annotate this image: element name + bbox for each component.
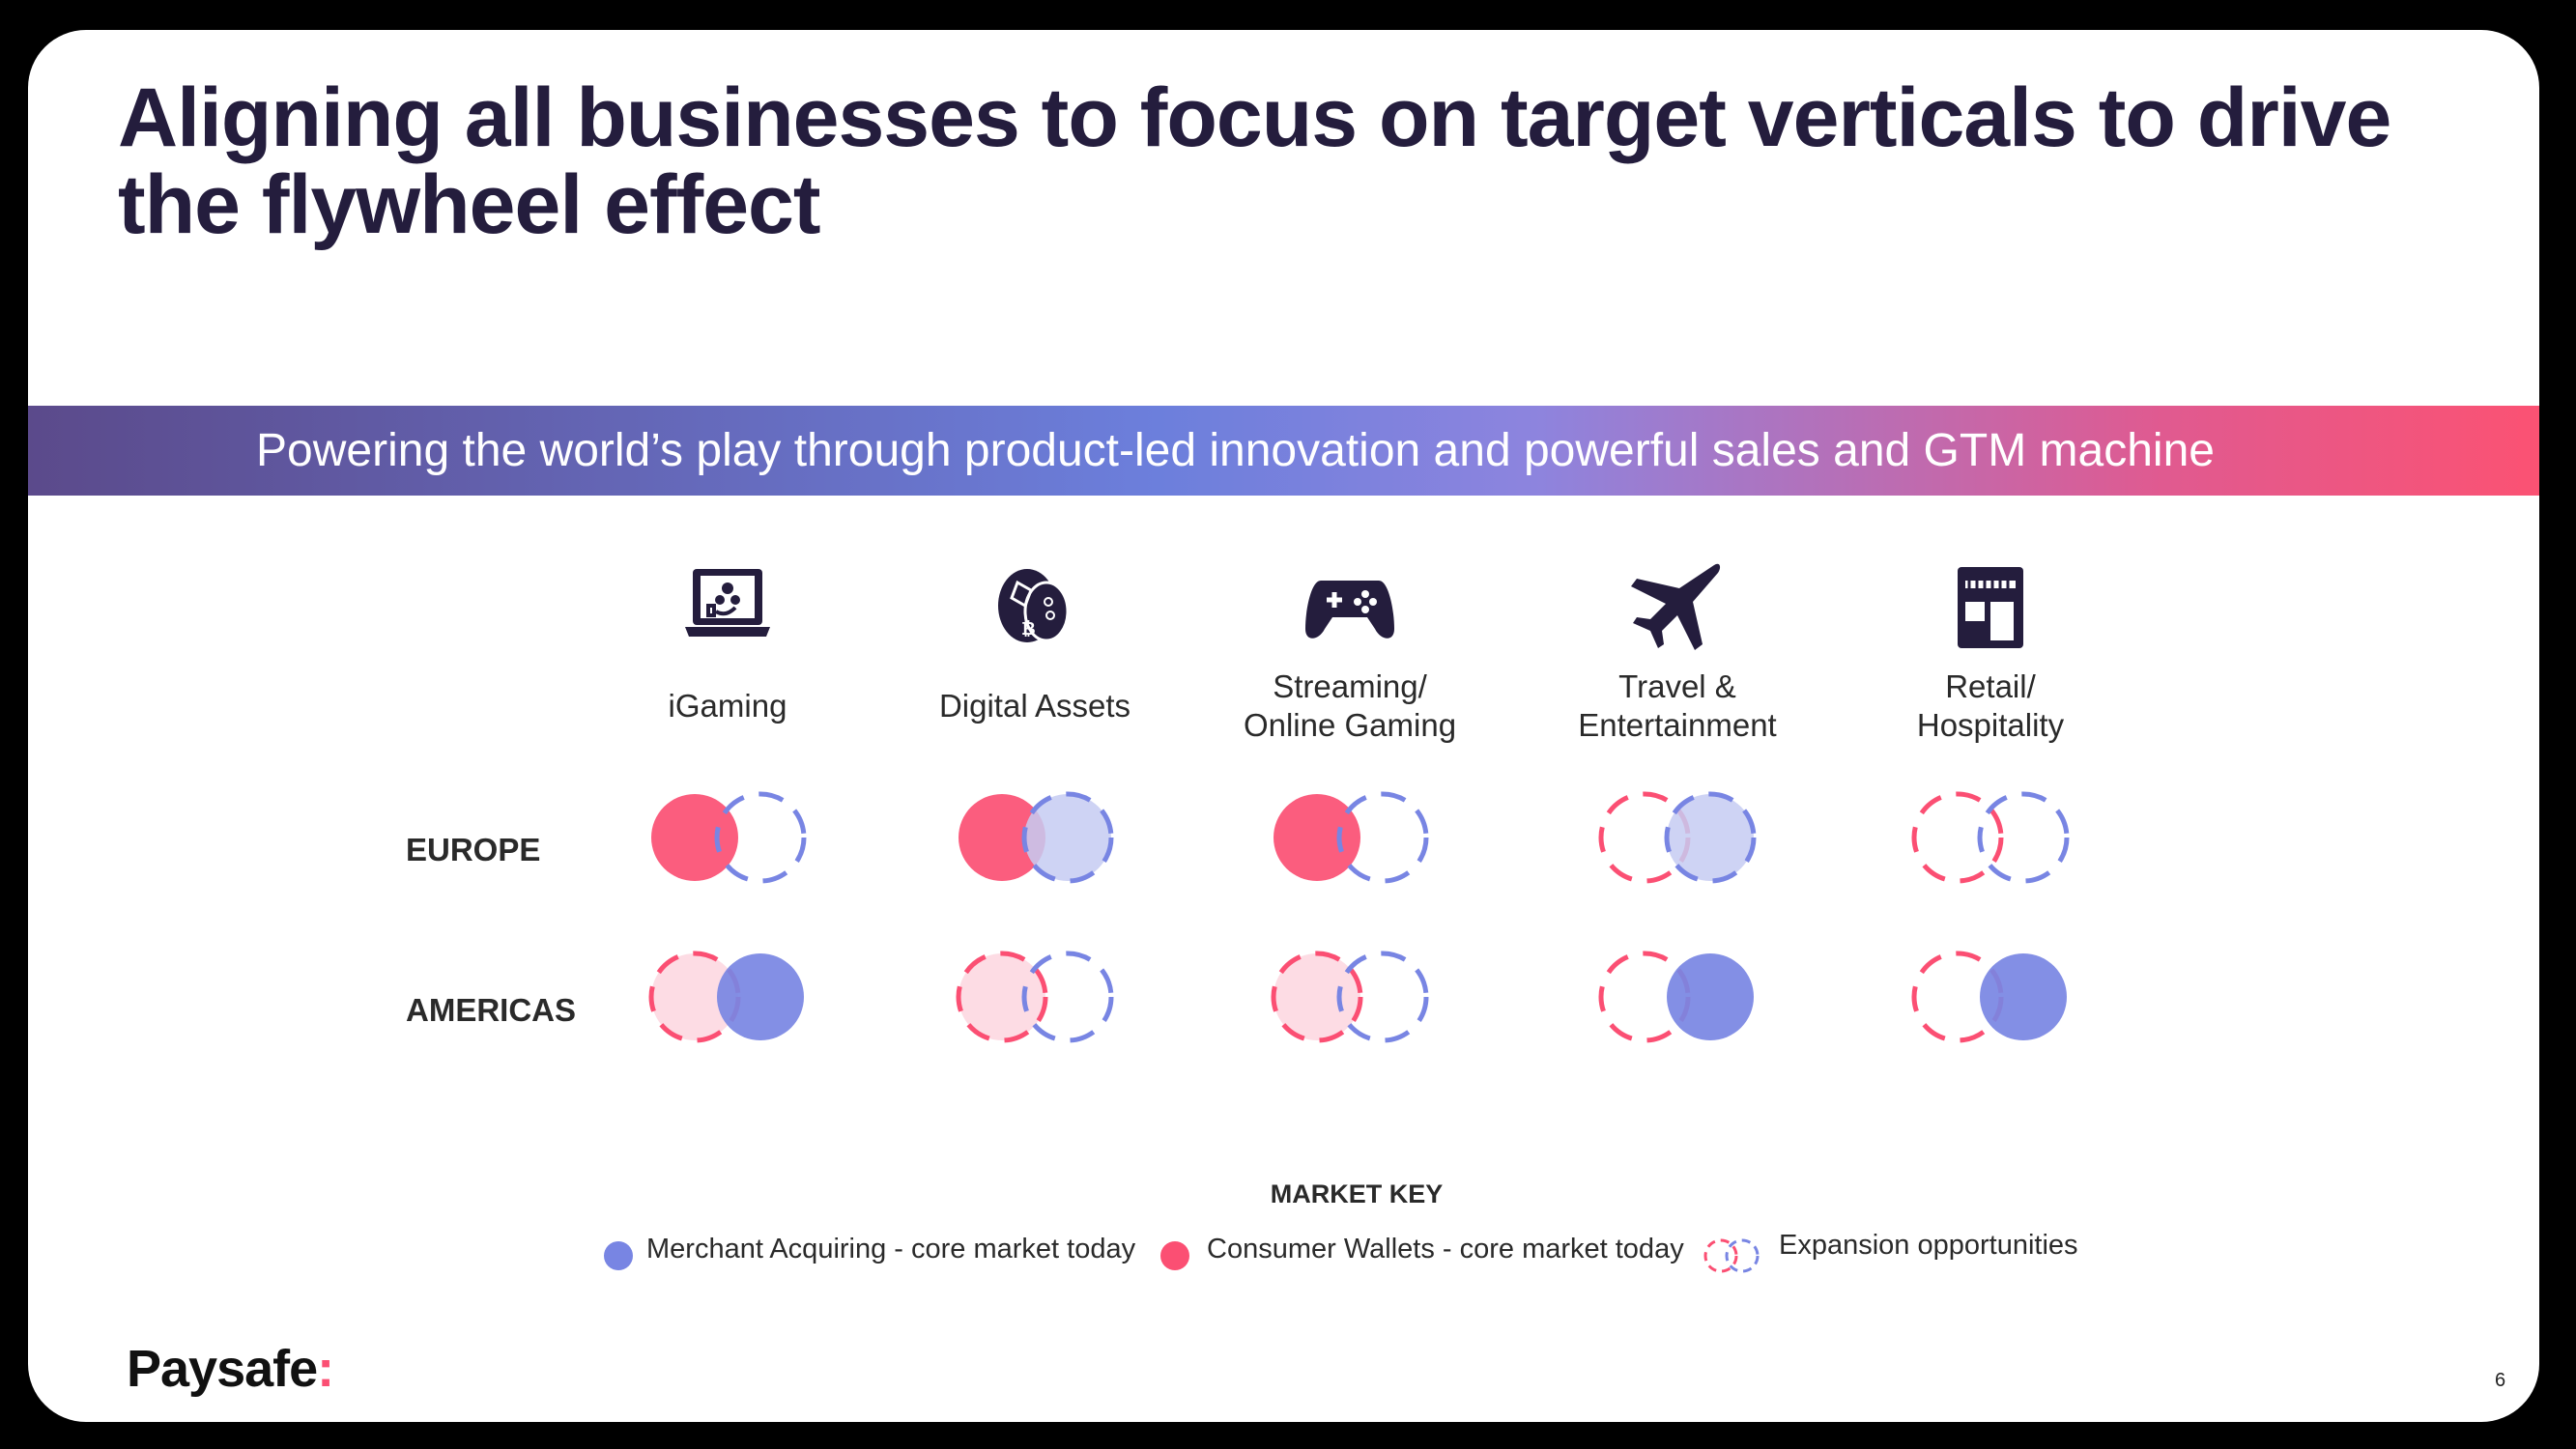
merchant-circle <box>717 953 804 1040</box>
slide: Aligning all businesses to focus on targ… <box>28 30 2539 1422</box>
merchant-circle <box>1980 953 2067 1040</box>
wallet-circle <box>1274 794 1360 881</box>
merchant-circle <box>1021 791 1114 884</box>
merchant-key-label: Merchant Acquiring - core market today <box>646 1234 1136 1264</box>
merchant-circle <box>1667 953 1754 1040</box>
wallet-circle <box>1911 791 2004 884</box>
wallet-circle <box>651 794 738 881</box>
merchant-key-dot <box>604 1241 633 1270</box>
expansion-key-icon <box>1703 1238 1760 1273</box>
wallet-key-dot <box>1160 1241 1189 1270</box>
market-matrix <box>648 791 2070 1043</box>
paysafe-logo: Paysafe: <box>127 1340 334 1398</box>
expansion-key-label: Expansion opportunities <box>1779 1230 2078 1261</box>
wallet-circle <box>1271 951 1363 1043</box>
merchant-circle <box>1664 791 1757 884</box>
wallet-key-label: Consumer Wallets - core market today <box>1207 1234 1684 1264</box>
merchant-circle <box>1977 791 2070 884</box>
wallet-circle <box>956 951 1048 1043</box>
market-key-title: MARKET KEY <box>1270 1179 1444 1208</box>
page-number: 6 <box>2495 1370 2506 1391</box>
